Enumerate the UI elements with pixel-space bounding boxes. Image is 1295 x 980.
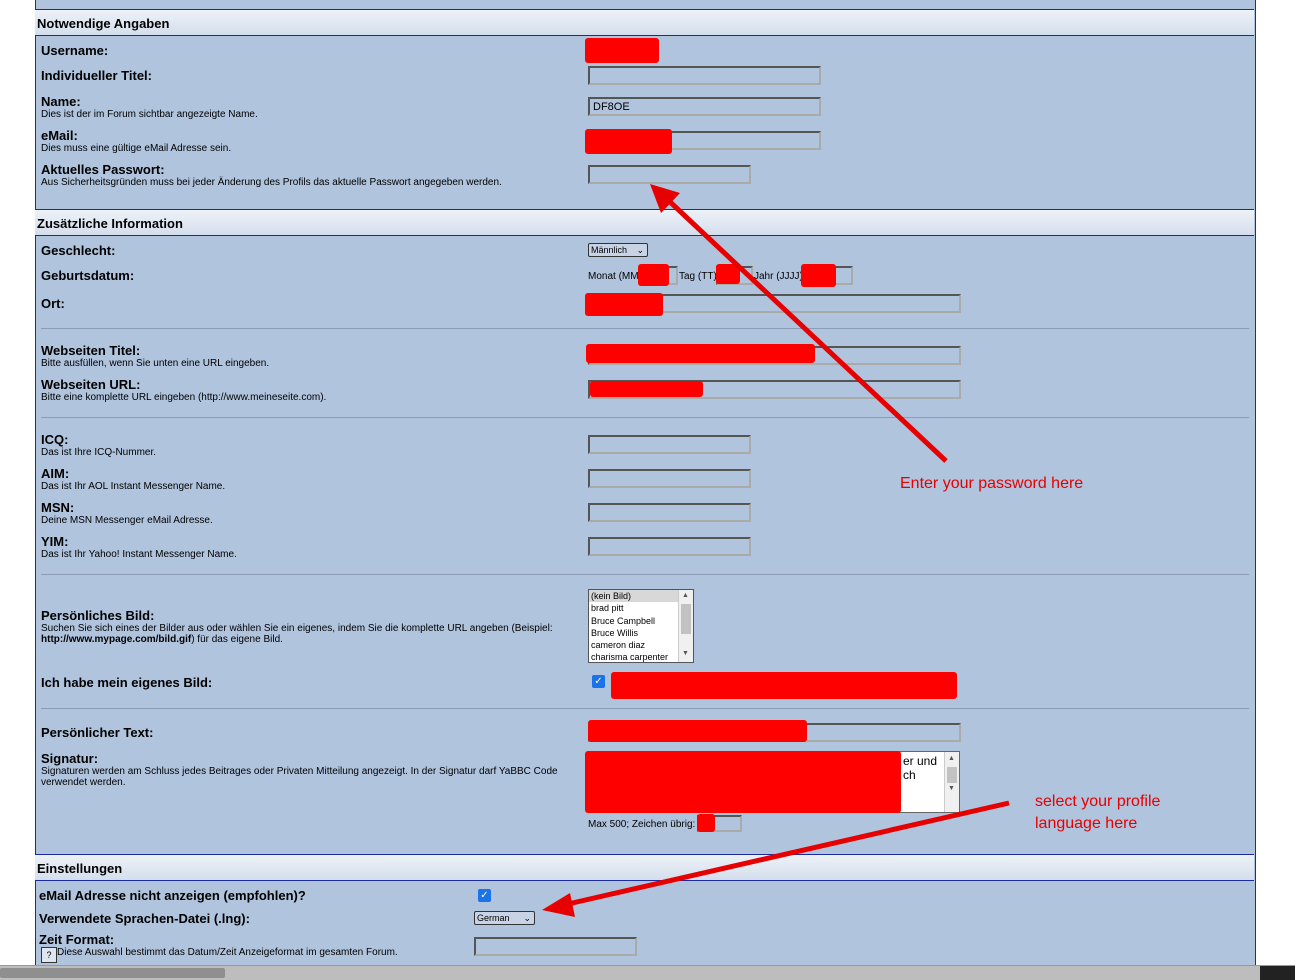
language-annotation-line-2: language here xyxy=(1035,815,1138,832)
password-arrow-line xyxy=(666,198,948,463)
horizontal-scrollbar[interactable] xyxy=(0,965,1295,980)
language-annotation-line-1: select your profile xyxy=(1035,793,1161,810)
password-annotation: Enter your password here xyxy=(900,475,1084,492)
scrollbar-thumb[interactable] xyxy=(0,968,225,978)
language-arrow-head xyxy=(542,893,575,917)
language-arrow-line xyxy=(567,800,1010,907)
window-corner xyxy=(1260,966,1295,980)
